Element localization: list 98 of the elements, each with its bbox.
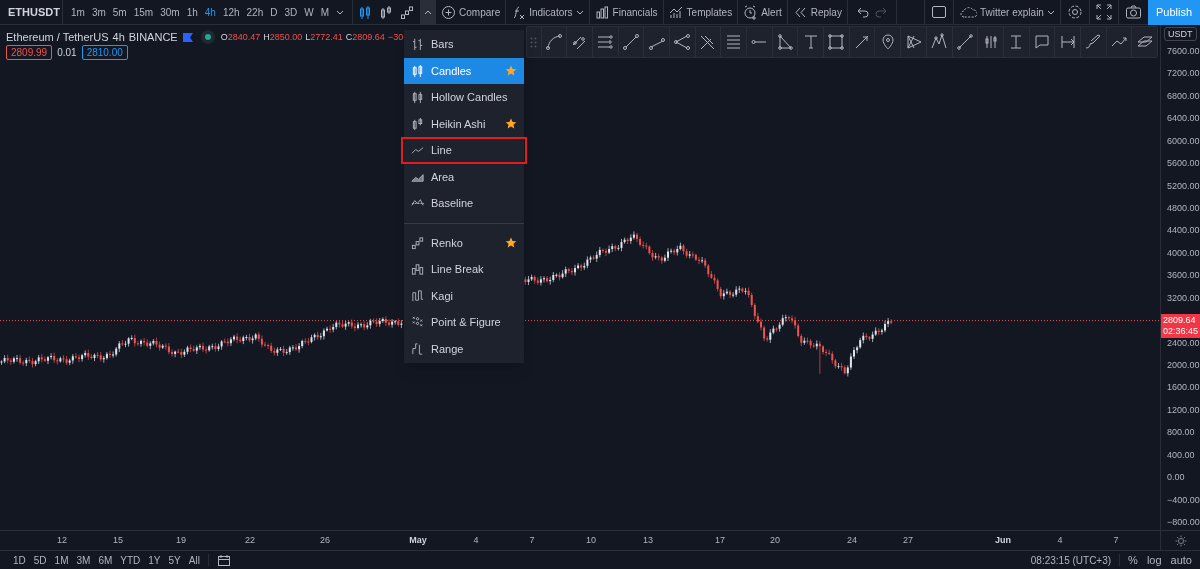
range-button[interactable]: YTD — [120, 552, 141, 568]
interval-button[interactable]: 1m — [71, 4, 85, 20]
time-label: Jun — [995, 534, 1011, 547]
price-label: 7200.00 — [1167, 68, 1200, 80]
time-label: 7 — [1113, 534, 1119, 547]
clock-time[interactable]: 08:23:15 (UTC+3) — [1030, 552, 1120, 568]
menu-item[interactable]: Range — [404, 335, 524, 362]
menu-item[interactable]: Line — [401, 137, 527, 164]
price-label: 5600.00 — [1167, 158, 1200, 170]
price-label: 800.00 — [1167, 427, 1195, 439]
scale-option[interactable]: log — [1146, 551, 1162, 569]
price-label: 1600.00 — [1167, 382, 1200, 394]
countdown-timer: 02:36:45 — [1163, 325, 1199, 337]
price-label: 6800.00 — [1167, 90, 1200, 102]
menu-item[interactable]: Point & Figure — [404, 309, 524, 336]
price-label: 3600.00 — [1167, 270, 1200, 282]
interval-button[interactable]: 1h — [186, 4, 198, 20]
currency-button[interactable]: USDT — [1164, 27, 1197, 41]
toolbar-button[interactable]: Compare — [436, 4, 506, 20]
menu-item[interactable]: Kagi — [404, 282, 524, 309]
menu-item[interactable]: Candles — [404, 57, 524, 84]
price-label: −800.00 — [1167, 517, 1200, 528]
range-button[interactable]: 1Y — [148, 552, 161, 568]
price-label: 4800.00 — [1167, 203, 1200, 214]
time-label: 26 — [320, 534, 330, 547]
time-label: 24 — [847, 534, 857, 547]
time-label: 20 — [770, 534, 780, 547]
price-label: −400.00 — [1167, 494, 1200, 506]
toolbar-button[interactable]: Alert — [738, 4, 787, 20]
interval-button[interactable]: D — [270, 4, 278, 20]
time-label: 27 — [903, 534, 913, 547]
range-button[interactable]: 5D — [33, 552, 47, 568]
time-label: May — [409, 534, 427, 547]
price-label: 2400.00 — [1167, 337, 1200, 349]
range-button[interactable]: 6M — [98, 552, 113, 568]
price-label: 0.00 — [1167, 472, 1185, 484]
time-label: 7 — [529, 534, 535, 547]
interval-button[interactable]: 4h — [204, 4, 216, 20]
time-label: 13 — [643, 534, 653, 547]
interval-label: 4h — [112, 30, 125, 45]
time-label: 12 — [57, 534, 67, 547]
sell-price[interactable]: 2809.99 — [6, 45, 53, 60]
ohlc-value: H2850.00 — [263, 30, 303, 44]
scale-option[interactable]: auto — [1170, 551, 1192, 569]
interval-button[interactable]: 5m — [112, 4, 127, 20]
interval-button[interactable]: 12h — [222, 4, 240, 20]
price-label: 7600.00 — [1167, 46, 1200, 57]
toolbar-button[interactable]: Indicators — [506, 4, 589, 20]
buy-price[interactable]: 2810.00 — [81, 45, 128, 60]
time-label: 10 — [586, 534, 596, 547]
range-button[interactable]: 5Y — [168, 552, 181, 568]
interval-button[interactable]: 30m — [160, 4, 180, 20]
symbol-search[interactable]: ETHUSDT — [0, 3, 62, 21]
time-label: 4 — [473, 534, 479, 547]
price-label: 6400.00 — [1167, 113, 1200, 125]
interval-button[interactable]: 15m — [133, 4, 154, 20]
toolbar-button[interactable]: Templates — [663, 4, 738, 20]
interval-button[interactable]: 3m — [91, 4, 106, 20]
price-label: 5200.00 — [1167, 180, 1200, 192]
spread-value: 0.01 — [57, 46, 77, 60]
interval-button[interactable]: M — [320, 4, 330, 20]
range-button[interactable]: All — [188, 552, 200, 568]
price-label: 4400.00 — [1167, 225, 1200, 237]
menu-item[interactable]: Line Break — [404, 256, 524, 283]
exchange-label: BINANCE — [128, 30, 178, 45]
price-label: 2000.00 — [1167, 360, 1200, 371]
time-label: 17 — [715, 534, 725, 547]
menu-item[interactable]: Heikin Ashi — [404, 110, 524, 137]
range-button[interactable]: 3M — [76, 552, 91, 568]
ohlc-value: C2809.64 — [345, 30, 385, 44]
menu-item[interactable]: Baseline — [404, 190, 524, 217]
last-price: 2809.64 — [1163, 314, 1197, 326]
interval-button[interactable]: W — [304, 4, 314, 20]
interval-button[interactable]: 22h — [246, 4, 264, 20]
time-label: 22 — [245, 534, 255, 547]
ohlc-value: O2840.47 — [220, 30, 261, 44]
price-label: 1200.00 — [1167, 404, 1200, 416]
price-label: 4000.00 — [1167, 247, 1200, 259]
interval-button[interactable]: 3D — [284, 4, 298, 20]
symbol-name: Ethereum / TetherUS — [6, 30, 109, 45]
price-label: 6000.00 — [1167, 135, 1200, 147]
menu-item[interactable]: Hollow Candles — [404, 84, 524, 111]
menu-item[interactable]: Bars — [404, 31, 524, 58]
price-label: 400.00 — [1167, 449, 1195, 461]
time-label: 4 — [1057, 534, 1063, 547]
time-label: 19 — [176, 534, 186, 547]
toolbar-button[interactable]: Financials — [589, 4, 663, 20]
range-button[interactable]: 1D — [13, 552, 26, 568]
menu-item[interactable]: Area — [404, 163, 524, 190]
toolbar-button[interactable]: Replay — [787, 4, 847, 20]
menu-item[interactable]: Renko — [404, 229, 524, 256]
layout-button[interactable]: Twitter explain — [954, 4, 1060, 20]
change-value: −30. — [387, 30, 406, 44]
time-label: 15 — [113, 534, 123, 547]
ohlc-value: L2772.41 — [305, 30, 343, 44]
scale-option[interactable]: % — [1128, 551, 1138, 569]
range-button[interactable]: 1M — [54, 552, 69, 568]
price-label: 3200.00 — [1167, 292, 1200, 304]
